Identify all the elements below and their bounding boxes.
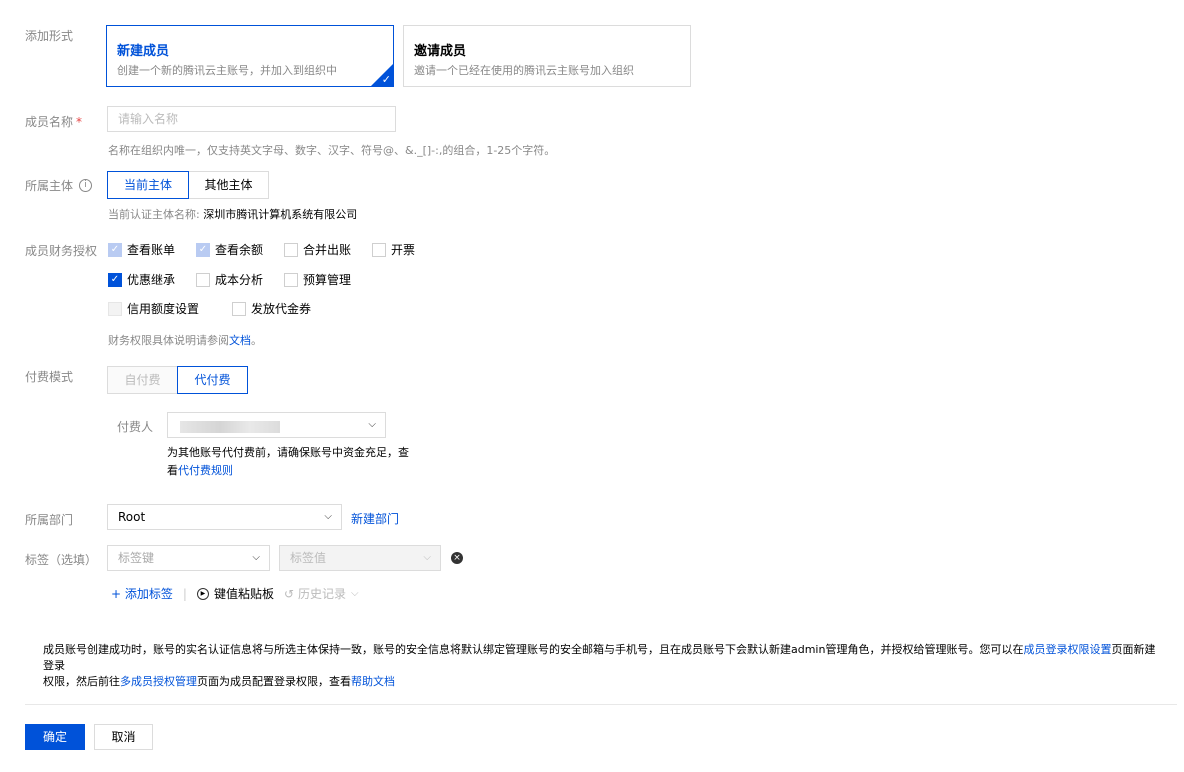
- plus-icon: +: [111, 587, 122, 601]
- new-department-link[interactable]: 新建部门: [351, 510, 399, 527]
- department-value: Root: [118, 510, 146, 524]
- chevron-down-icon: ⌵: [351, 588, 359, 599]
- checkbox-check-icon: ✓: [108, 272, 122, 287]
- play-circle-icon: ▶: [196, 587, 209, 600]
- tags-label: 标签（选填）: [25, 553, 98, 567]
- payer-hint: 为其他账号代付费前，请确保账号中资金充足，查 看代付费规则: [167, 446, 409, 477]
- new-member-card[interactable]: 新建成员 创建一个新的腾讯云主账号，并加入到组织中 ✓: [106, 25, 394, 87]
- cancel-button[interactable]: 取消: [94, 724, 153, 750]
- footer-divider: [25, 704, 1177, 705]
- member-name-placeholder: 请输入名称: [118, 112, 179, 126]
- finance-invoice-checkbox[interactable]: 开票: [372, 241, 415, 258]
- clipboard-button[interactable]: ▶ 键值粘贴板: [196, 585, 274, 602]
- finance-view-balance-checkbox: ✓ 查看余额: [196, 241, 263, 258]
- checkbox-box: [196, 272, 210, 287]
- tag-key-placeholder: 标签键: [118, 551, 155, 565]
- remove-tag-icon[interactable]: ×: [451, 552, 463, 564]
- checkbox-box: [108, 301, 122, 316]
- member-name-label: 成员名称 *: [25, 115, 83, 129]
- login-permission-link[interactable]: 成员登录权限设置: [1023, 643, 1111, 656]
- payment-self-option: 自付费: [107, 366, 178, 394]
- finance-discount-checkbox[interactable]: ✓ 优惠继承: [108, 271, 175, 288]
- member-name-hint: 名称在组织内唯一，仅支持英文字母、数字、汉字、符号@、&._[]-:,的组合，1…: [108, 144, 556, 157]
- chevron-down-icon: ⌵: [423, 552, 431, 563]
- finance-merge-bill-checkbox[interactable]: 合并出账: [284, 241, 351, 258]
- entity-label: 所属主体 i: [25, 177, 93, 194]
- chevron-down-icon: ⌵: [324, 511, 332, 522]
- invite-member-desc: 邀请一个已经在使用的腾讯云主账号加入组织: [414, 64, 634, 77]
- new-member-desc: 创建一个新的腾讯云主账号，并加入到组织中: [117, 64, 337, 77]
- tag-actions: + 添加标签 | ▶ 键值粘贴板 ↺ 历史记录 ⌵: [111, 585, 359, 602]
- payer-label: 付费人: [117, 420, 154, 434]
- entity-current-name: 当前认证主体名称: 深圳市腾讯计算机系统有限公司: [108, 208, 358, 221]
- chevron-down-icon: ⌵: [252, 552, 260, 563]
- payment-proxy-option[interactable]: 代付费: [177, 366, 248, 394]
- notice-text: 成员账号创建成功时，账号的实名认证信息将与所选主体保持一致，账号的安全信息将默认…: [43, 643, 1156, 688]
- entity-other-option[interactable]: 其他主体: [188, 171, 269, 199]
- department-select[interactable]: Root ⌵: [107, 504, 342, 530]
- required-mark: *: [76, 115, 83, 129]
- checkbox-box: [232, 301, 246, 316]
- tag-value-select: 标签值 ⌵: [279, 545, 441, 571]
- chevron-down-icon: ⌵: [368, 419, 376, 430]
- checkbox-box: [284, 242, 298, 257]
- finance-voucher-checkbox[interactable]: 发放代金券: [232, 300, 311, 317]
- add-tag-button[interactable]: + 添加标签: [111, 585, 173, 602]
- tag-actions-separator: |: [182, 586, 187, 601]
- finance-credit-limit-checkbox: 信用额度设置: [108, 300, 199, 317]
- finance-cost-analysis-checkbox[interactable]: 成本分析: [196, 271, 263, 288]
- confirm-button[interactable]: 确定: [25, 724, 85, 750]
- tag-value-placeholder: 标签值: [290, 551, 327, 565]
- checkbox-check-icon: ✓: [108, 242, 122, 257]
- payer-rule-link[interactable]: 代付费规则: [178, 464, 233, 477]
- invite-member-title: 邀请成员: [414, 44, 467, 59]
- finance-doc-link[interactable]: 文档: [229, 334, 251, 347]
- member-name-input[interactable]: 请输入名称: [107, 106, 396, 132]
- finance-budget-checkbox[interactable]: 预算管理: [284, 271, 351, 288]
- payer-masked-value: [180, 421, 280, 433]
- payer-select[interactable]: ⌵: [167, 412, 386, 438]
- history-icon: ↺: [283, 586, 295, 601]
- checkbox-box: [372, 242, 386, 257]
- invite-member-card[interactable]: 邀请成员 邀请一个已经在使用的腾讯云主账号加入组织: [403, 25, 691, 87]
- payment-label: 付费模式: [25, 370, 74, 384]
- entity-current-option[interactable]: 当前主体: [107, 171, 189, 199]
- finance-view-bill-checkbox: ✓ 查看账单: [108, 241, 175, 258]
- history-button[interactable]: ↺ 历史记录 ⌵: [284, 585, 359, 602]
- info-circle-icon[interactable]: i: [79, 179, 93, 192]
- multi-member-auth-link[interactable]: 多成员授权管理: [120, 675, 197, 688]
- new-member-title: 新建成员: [117, 44, 170, 59]
- add-form-label: 添加形式: [25, 29, 74, 43]
- checkbox-box: [284, 272, 298, 287]
- finance-doc-hint: 财务权限具体说明请参阅文档。: [108, 334, 262, 347]
- checkbox-check-icon: ✓: [196, 242, 210, 257]
- help-doc-link[interactable]: 帮助文档: [351, 675, 395, 688]
- finance-label: 成员财务授权: [25, 244, 98, 258]
- department-label: 所属部门: [25, 513, 74, 527]
- check-icon: ✓: [381, 73, 391, 86]
- tag-key-select[interactable]: 标签键 ⌵: [107, 545, 270, 571]
